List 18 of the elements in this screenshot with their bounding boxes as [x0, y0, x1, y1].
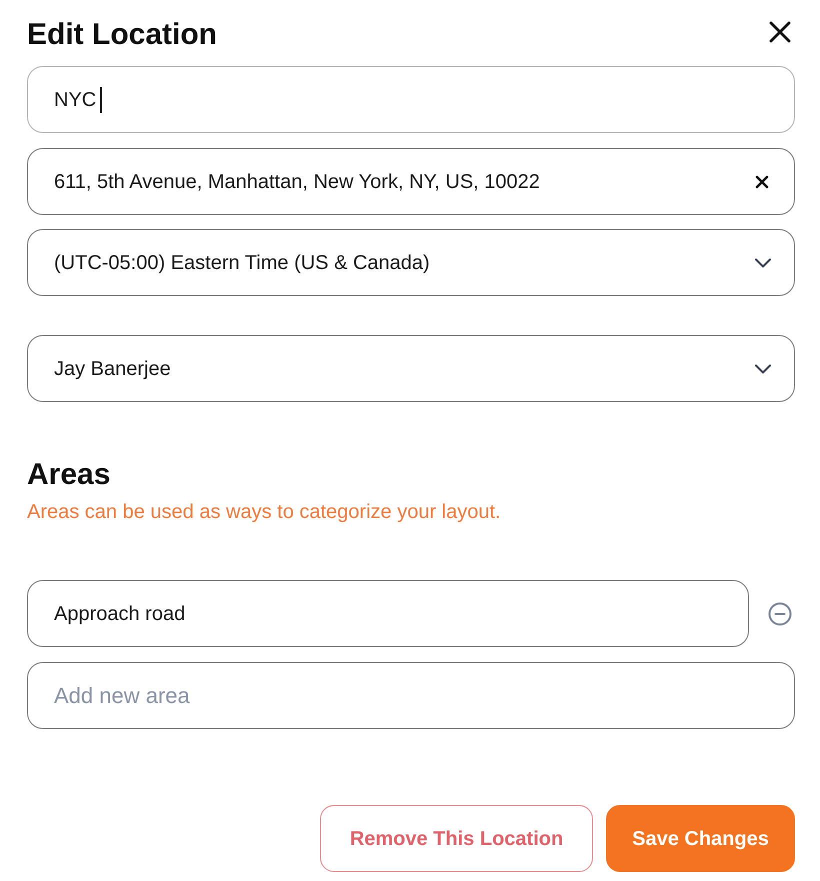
section-description: Areas can be used as ways to categorize your layout. — [27, 500, 502, 525]
section-heading: Areas — [27, 457, 112, 493]
dialog-title: Edit Location — [27, 17, 217, 53]
chevron-down-icon — [754, 258, 772, 268]
remove-area-button[interactable] — [768, 602, 792, 626]
close-button[interactable] — [768, 20, 792, 44]
new-area-field[interactable]: Add new area — [27, 662, 795, 729]
dropdown-select[interactable]: (UTC-05:00) Eastern Time (US & Canada) — [27, 229, 795, 296]
text-field[interactable]: NYC — [27, 66, 795, 133]
minus-circle-icon — [768, 602, 792, 626]
clear-icon — [755, 174, 769, 188]
address-field[interactable]: 611, 5th Avenue, Manhattan, New York, NY, US, 10022 — [27, 148, 795, 215]
chevron-down-icon — [754, 364, 772, 374]
area-field[interactable]: Approach road — [27, 580, 749, 647]
text-cursor-icon — [100, 86, 102, 112]
close-icon — [768, 20, 792, 44]
clear-button[interactable] — [755, 174, 769, 188]
dropdown-select[interactable]: Jay Banerjee — [27, 335, 795, 402]
